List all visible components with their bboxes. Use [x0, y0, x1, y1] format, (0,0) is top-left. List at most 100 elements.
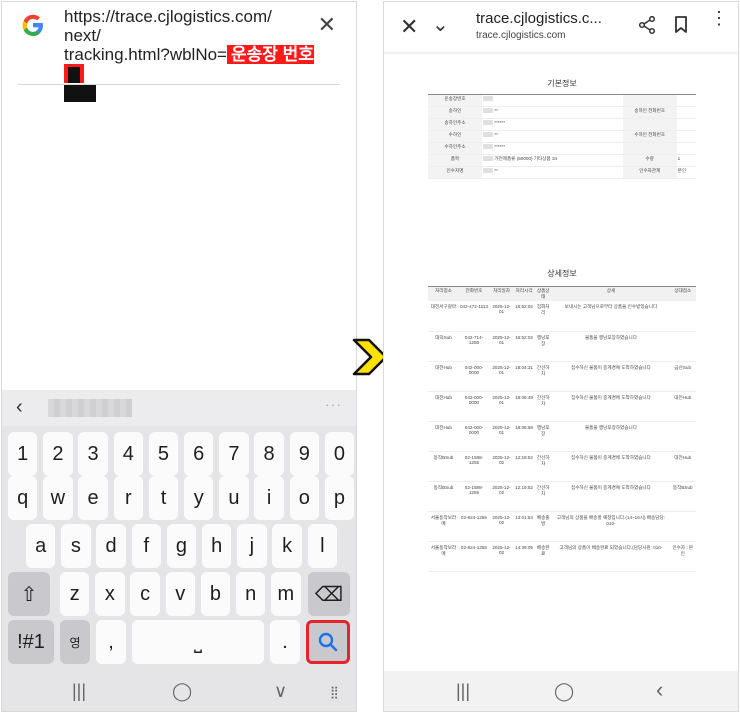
field-label: [622, 94, 677, 107]
key-y[interactable]: y: [184, 476, 214, 520]
more-vert-icon[interactable]: ⋮: [710, 9, 728, 27]
field-value: **: [482, 166, 623, 179]
table-cell: 18:06:49: [514, 391, 534, 422]
field-value: [676, 130, 696, 143]
table-cell: 대덕Sub: [428, 331, 459, 362]
field-value: **: [482, 130, 623, 143]
key-x[interactable]: x: [95, 572, 125, 616]
field-value: [676, 106, 696, 119]
close-icon[interactable]: ✕: [318, 14, 336, 36]
table-cell: 042-000-0000: [458, 391, 489, 422]
basic-info-row: 인수자명 ** 인수자관계 본인: [428, 166, 696, 179]
search-key[interactable]: [306, 620, 350, 664]
key-6[interactable]: 6: [184, 432, 214, 476]
space-key[interactable]: ⎵: [132, 620, 264, 664]
key-m[interactable]: m: [271, 572, 301, 616]
table-cell: [669, 301, 696, 332]
url-bar[interactable]: https://trace.cjlogistics.com/ next/ tra…: [2, 2, 356, 103]
key-v[interactable]: v: [165, 572, 195, 616]
blurred-suggestion[interactable]: [48, 399, 132, 417]
url-text[interactable]: https://trace.cjlogistics.com/ next/ tra…: [64, 7, 314, 103]
key-2[interactable]: 2: [43, 432, 73, 476]
recents-icon[interactable]: |||: [72, 681, 86, 702]
url-line-2: next/: [64, 26, 101, 45]
home-icon[interactable]: ◯: [172, 681, 192, 702]
basic-info-row: 품목 가전제품류 (50000) 기타상품 34 수량 1: [428, 154, 696, 167]
table-row: 대전Hub 042-000-0000 2025-12-01 18:04:31 간선하차 집…: [428, 361, 696, 392]
language-switch-key[interactable]: 영: [60, 620, 90, 664]
bookmark-icon[interactable]: [674, 16, 688, 34]
symbols-key[interactable]: !#1: [8, 620, 54, 664]
key-n[interactable]: n: [236, 572, 266, 616]
key-0[interactable]: 0: [324, 432, 355, 476]
key-u[interactable]: u: [219, 476, 249, 520]
hide-keyboard-icon[interactable]: ∨: [274, 681, 287, 702]
table-cell: 배송완료: [533, 541, 553, 572]
home-icon[interactable]: ◯: [554, 681, 574, 702]
key-d[interactable]: d: [96, 524, 126, 568]
key-5[interactable]: 5: [148, 432, 179, 476]
web-content: 기본정보 운송장번호 송하인 ** 송하인 전화번호 송하인주소 ****** 수하인…: [384, 54, 738, 674]
field-value: [482, 94, 623, 107]
table-cell: 02-1588-1255: [458, 481, 489, 512]
table-cell: 2025-12-02: [488, 541, 515, 572]
key-f[interactable]: f: [131, 524, 161, 568]
table-cell: 간선하차: [533, 481, 553, 512]
key-i[interactable]: i: [254, 476, 284, 520]
basic-info-row: 운송장번호: [428, 94, 696, 107]
field-value: ******: [482, 118, 623, 131]
table-row: 대전Hub 042-000-0000 2025-12-01 18:06:59 행낭포장 물…: [428, 421, 696, 452]
key-e[interactable]: e: [78, 476, 108, 520]
share-icon[interactable]: [638, 16, 656, 34]
table-cell: 042-472-1113: [458, 301, 489, 332]
column-header: 전화번호: [458, 286, 489, 301]
chevron-down-icon[interactable]: ⌄: [432, 12, 449, 37]
key-4[interactable]: 4: [113, 432, 143, 476]
key-c[interactable]: c: [130, 572, 160, 616]
key-b[interactable]: b: [200, 572, 231, 616]
key-t[interactable]: t: [148, 476, 179, 520]
key-g[interactable]: g: [166, 524, 197, 568]
table-cell: 2025-12-01: [488, 421, 515, 452]
field-label: 운송장번호: [428, 94, 482, 107]
table-cell: 18:06:59: [514, 421, 534, 452]
more-dots-icon[interactable]: ···: [325, 396, 342, 412]
key-r[interactable]: r: [113, 476, 143, 520]
table-cell: 서울동작보라매: [428, 541, 459, 572]
table-row: 서울동작보라매 02-824-1255 2025-12-02 13:01:53 배송출발…: [428, 511, 696, 542]
key-l[interactable]: l: [307, 524, 337, 568]
key-w[interactable]: w: [43, 476, 73, 520]
key-h[interactable]: h: [202, 524, 232, 568]
key-o[interactable]: o: [289, 476, 319, 520]
basic-info-table: 운송장번호 송하인 ** 송하인 전화번호 송하인주소 ****** 수하인 ** 수하…: [428, 94, 696, 179]
key-8[interactable]: 8: [254, 432, 284, 476]
key-q[interactable]: q: [8, 476, 38, 520]
detail-info-heading: 상세정보: [547, 269, 577, 278]
table-cell: 대전Hub: [428, 391, 459, 422]
left-phone-screen: https://trace.cjlogistics.com/ next/ tra…: [1, 1, 357, 712]
comma-key[interactable]: ,: [96, 620, 126, 664]
shift-key[interactable]: ⇧: [8, 572, 50, 616]
chevron-left-icon[interactable]: ‹: [16, 396, 23, 419]
key-7[interactable]: 7: [219, 432, 249, 476]
key-s[interactable]: s: [61, 524, 91, 568]
key-9[interactable]: 9: [289, 432, 319, 476]
key-j[interactable]: j: [237, 524, 267, 568]
key-k[interactable]: k: [272, 524, 302, 568]
table-cell: 2025-12-02: [488, 451, 515, 482]
key-a[interactable]: a: [26, 524, 56, 568]
key-3[interactable]: 3: [78, 432, 108, 476]
table-cell: 12:18:52: [514, 451, 534, 482]
key-z[interactable]: z: [60, 572, 90, 616]
key-p[interactable]: p: [324, 476, 355, 520]
field-label: 수량: [622, 154, 677, 167]
period-key[interactable]: .: [270, 620, 300, 664]
close-icon[interactable]: ✕: [400, 14, 418, 40]
table-row: 대전서구갈마 042-472-1113 2025-12-01 16:52:02 집화처리…: [428, 301, 696, 332]
recents-icon[interactable]: |||: [456, 681, 470, 702]
key-1[interactable]: 1: [8, 432, 38, 476]
backspace-key[interactable]: ⌫: [308, 572, 350, 616]
keyboard-grid-icon[interactable]: ⣿: [330, 685, 339, 699]
back-icon[interactable]: ‹: [656, 677, 663, 703]
table-cell: 서울동작보라매: [428, 511, 459, 542]
